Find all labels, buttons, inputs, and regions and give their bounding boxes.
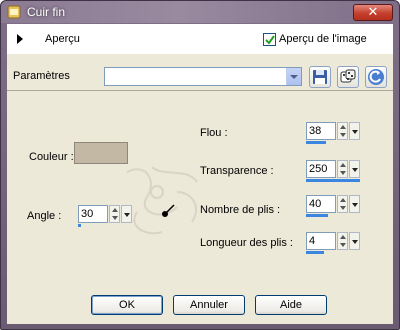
angle-stepper[interactable]: 30 xyxy=(78,205,134,227)
fold-count-stepper[interactable]: 40 xyxy=(306,195,362,217)
separator xyxy=(7,90,393,91)
title-bar[interactable]: Cuir fin ✕ xyxy=(1,1,399,23)
floppy-disk-icon xyxy=(313,70,327,84)
checkmark-icon xyxy=(265,35,275,45)
combo-dropdown-icon[interactable] xyxy=(286,68,301,85)
blur-stepper[interactable]: 38 xyxy=(306,122,362,144)
preview-row: Aperçu Aperçu de l'image xyxy=(7,24,393,54)
app-icon xyxy=(7,5,21,19)
angle-dropdown-icon[interactable] xyxy=(121,205,132,223)
ok-button[interactable]: OK xyxy=(91,295,163,315)
dice-icon xyxy=(340,69,356,83)
window-title: Cuir fin xyxy=(27,5,66,19)
angle-slider[interactable] xyxy=(78,224,81,227)
fold-length-slider[interactable] xyxy=(306,251,324,254)
angle-input[interactable]: 30 xyxy=(78,205,108,223)
help-button[interactable]: Aide xyxy=(255,295,327,315)
transparency-stepper[interactable]: 250 xyxy=(306,160,362,182)
blur-label: Flou : xyxy=(200,127,228,139)
random-button[interactable] xyxy=(337,66,359,88)
dialog-body: Aperçu Aperçu de l'image Paramètres Coul… xyxy=(7,24,393,324)
fold-length-stepper[interactable]: 4 xyxy=(306,232,362,254)
show-image-label[interactable]: Aperçu de l'image xyxy=(279,33,367,45)
fold-count-label: Nombre de plis : xyxy=(200,204,281,216)
save-preset-button[interactable] xyxy=(309,66,331,88)
color-label: Couleur : xyxy=(29,151,74,163)
reset-button[interactable] xyxy=(365,66,387,88)
fold-count-dropdown-icon[interactable] xyxy=(349,195,360,213)
fold-length-up-down-icon[interactable] xyxy=(337,232,348,250)
fold-length-dropdown-icon[interactable] xyxy=(349,232,360,250)
show-image-checkbox[interactable] xyxy=(263,33,276,46)
presets-row: Paramètres xyxy=(7,58,393,92)
fold-length-input[interactable]: 4 xyxy=(306,232,336,250)
blur-input[interactable]: 38 xyxy=(306,122,336,140)
angle-dial-icon[interactable] xyxy=(159,202,179,220)
fold-count-input[interactable]: 40 xyxy=(306,195,336,213)
blur-slider[interactable] xyxy=(306,141,326,144)
fold-count-slider[interactable] xyxy=(306,214,328,217)
close-button[interactable]: ✕ xyxy=(353,4,393,21)
transparency-input[interactable]: 250 xyxy=(306,160,336,178)
transparency-dropdown-icon[interactable] xyxy=(349,160,360,178)
reset-arrow-icon xyxy=(368,69,384,85)
blur-dropdown-icon[interactable] xyxy=(349,122,360,140)
angle-up-down-icon[interactable] xyxy=(109,205,120,223)
angle-label: Angle : xyxy=(27,210,62,222)
fold-count-up-down-icon[interactable] xyxy=(337,195,348,213)
transparency-up-down-icon[interactable] xyxy=(337,160,348,178)
transparency-slider[interactable] xyxy=(306,179,360,182)
presets-label: Paramètres xyxy=(13,70,70,82)
color-swatch[interactable] xyxy=(74,142,128,164)
blur-up-down-icon[interactable] xyxy=(337,122,348,140)
dialog-window: Cuir fin ✕ Aperçu Aperçu de l'image Para… xyxy=(0,0,400,330)
cancel-button[interactable]: Annuler xyxy=(173,295,245,315)
expand-preview-icon[interactable] xyxy=(17,34,23,44)
presets-combo[interactable] xyxy=(104,67,302,86)
preview-label: Aperçu xyxy=(45,33,80,45)
transparency-label: Transparence : xyxy=(200,165,274,177)
fold-length-label: Longueur des plis : xyxy=(200,237,293,249)
